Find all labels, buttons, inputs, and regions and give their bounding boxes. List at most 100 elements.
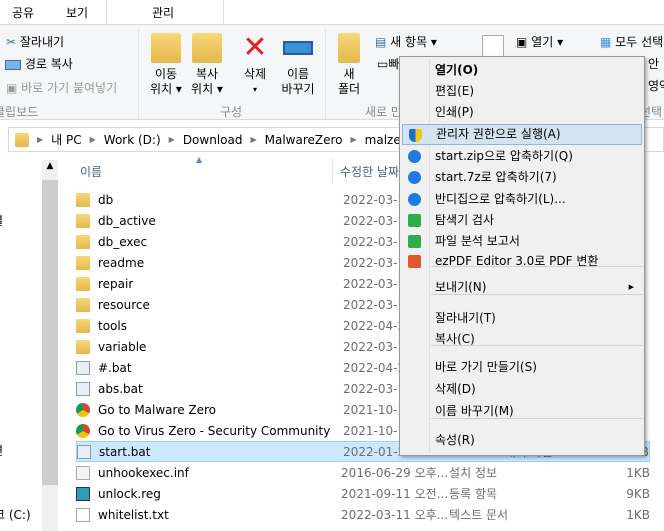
context-menu: 열기(O) 편집(E) 인쇄(P) 관리자 권한으로 실행(A) start.zip으로… xyxy=(399,56,645,456)
nav-item[interactable]: 크 (C:) xyxy=(0,506,31,523)
file-name: unlock.reg xyxy=(98,486,161,501)
menu-item-label: start.zip으로 압축하기(Q) xyxy=(435,149,573,163)
tab-manage[interactable]: 관리 xyxy=(152,4,174,21)
menu-item[interactable]: 속성(R) xyxy=(402,430,642,451)
menu-item[interactable]: ezPDF Editor 3.0로 PDF 변환 xyxy=(402,251,642,272)
file-size: 1KB xyxy=(626,507,650,522)
bat-icon xyxy=(76,381,90,396)
path-icon xyxy=(5,59,21,70)
group-label-clipboard: 클립보드 xyxy=(0,105,39,119)
file-type: 등록 항목 xyxy=(449,487,498,501)
select-all-icon: ▦ xyxy=(600,35,612,49)
menu-item-label: 관리자 권한으로 실행(A) xyxy=(436,127,561,141)
delete-button[interactable]: ✕ 삭제 ▾ xyxy=(240,33,270,97)
menu-item-label: 잘라내기(T) xyxy=(435,311,496,325)
menu-item-label: 인쇄(P) xyxy=(435,105,474,119)
select-all-button[interactable]: ▦ 모두 선택 xyxy=(600,33,663,50)
chrome-shortcut-icon xyxy=(76,402,90,417)
open-button[interactable]: ▣ 열기 ▾ xyxy=(516,33,563,50)
menu-item[interactable]: 복사(C) xyxy=(402,329,642,350)
rename-button[interactable]: 이름 바꾸기 xyxy=(280,33,316,97)
file-date: 2016-06-29 오후... xyxy=(341,466,449,480)
column-header-date[interactable]: 수정한 날짜 xyxy=(340,163,399,180)
file-name: Go to Virus Zero - Security Community xyxy=(98,423,331,438)
file-name: start.bat xyxy=(99,444,151,459)
scroll-up-icon[interactable]: ▲ xyxy=(44,161,56,177)
breadcrumb-item[interactable]: 내 PC xyxy=(51,131,81,148)
folder-icon xyxy=(76,339,90,354)
group-label-organize: 구성 xyxy=(220,105,243,119)
menu-item[interactable]: 열기(O) xyxy=(402,60,642,81)
menu-item[interactable]: 편집(E) xyxy=(402,81,642,102)
invert-selection-button[interactable]: 영역 xyxy=(648,77,664,94)
menu-separator xyxy=(431,266,643,267)
menu-item[interactable]: start.zip으로 압축하기(Q) xyxy=(402,146,642,167)
folder-icon xyxy=(15,132,29,147)
menu-item[interactable]: 삭제(D) xyxy=(402,379,642,400)
column-header-name[interactable]: 이름 xyxy=(80,163,102,180)
v3-icon xyxy=(408,235,421,248)
file-row[interactable]: unlock.reg 2021-09-11 오전... 등록 항목 9KB xyxy=(76,483,650,504)
file-name: variable xyxy=(98,339,147,354)
tab-share[interactable]: 공유 xyxy=(12,4,34,21)
select-none-button[interactable]: 안 xyxy=(648,55,659,72)
menu-item-label: 이름 바꾸기(M) xyxy=(435,404,514,418)
paste-shortcut-button[interactable]: ▣ 바로 가기 붙여넣기 xyxy=(6,79,117,96)
menu-separator xyxy=(431,345,643,346)
sort-ascending-icon: ▲ xyxy=(196,155,203,164)
menu-item-label: 반디집으로 압축하기(L)... xyxy=(435,192,566,206)
menu-item[interactable]: 바로 가기 만들기(S) xyxy=(402,357,642,378)
ezpdf-icon xyxy=(408,255,421,268)
file-name: tools xyxy=(98,318,127,333)
delete-x-icon: ✕ xyxy=(242,30,268,65)
menu-item[interactable]: 탐색기 검사 xyxy=(402,210,642,231)
menu-item-label: 보내기(N) xyxy=(435,280,487,294)
bandizip-icon xyxy=(408,150,421,163)
new-folder-button[interactable]: 새 폴더 xyxy=(334,33,364,97)
breadcrumb-item[interactable]: Download xyxy=(183,133,243,147)
tab-view[interactable]: 보기 xyxy=(66,4,88,21)
file-size: 1KB xyxy=(626,465,650,480)
copy-path-button[interactable]: 경로 복사 xyxy=(5,55,73,72)
tab-divider xyxy=(223,0,224,24)
label: 새 xyxy=(343,67,355,81)
file-size: 9KB xyxy=(626,486,650,501)
open-icon: ▣ xyxy=(516,35,528,49)
move-to-button[interactable]: 이동 위치 ▾ xyxy=(148,33,184,97)
file-name: db_active xyxy=(98,213,156,228)
folder-icon xyxy=(76,192,90,207)
new-item-button[interactable]: ▤ 새 항목 ▾ xyxy=(375,33,437,50)
nav-scroll-thumb[interactable] xyxy=(42,180,58,485)
file-name: whitelist.txt xyxy=(98,507,169,522)
file-type: 텍스트 문서 xyxy=(449,508,509,522)
menu-item[interactable]: start.7z로 압축하기(7) xyxy=(402,167,642,188)
group-label-new: 새로 만 xyxy=(365,105,402,119)
file-date: 2021-09-11 오전... xyxy=(341,487,449,501)
folder-icon xyxy=(76,318,90,333)
easy-access-button[interactable]: ▭빠 xyxy=(377,55,399,72)
nav-item[interactable]: 결 xyxy=(0,212,3,229)
nav-item[interactable]: 견 xyxy=(0,442,3,459)
scissors-icon: ✂ xyxy=(6,35,17,49)
file-name: abs.bat xyxy=(98,381,143,396)
file-name: Go to Malware Zero xyxy=(98,402,217,417)
column-divider[interactable] xyxy=(332,158,333,182)
group-divider xyxy=(325,29,326,119)
menu-item[interactable]: 반디집으로 압축하기(L)... xyxy=(402,189,642,210)
file-row[interactable]: whitelist.txt 2022-03-11 오후... 텍스트 문서 1KB xyxy=(76,504,650,525)
menu-item-label: start.7z로 압축하기(7) xyxy=(435,170,557,184)
menu-item[interactable]: 잘라내기(T) xyxy=(402,308,642,329)
breadcrumb-item[interactable]: MalwareZero xyxy=(265,133,343,147)
file-name: db xyxy=(98,192,114,207)
menu-item[interactable]: 파일 분석 보고서 xyxy=(402,231,642,252)
cut-button[interactable]: ✂ 잘라내기 xyxy=(6,33,64,50)
breadcrumb-item[interactable]: Work (D:) xyxy=(104,133,161,147)
menu-item[interactable]: 인쇄(P) xyxy=(402,102,642,123)
chevron-right-icon: ▶ xyxy=(37,135,44,144)
label: 이름 xyxy=(286,67,310,81)
file-date: 2022-03-11 오후... xyxy=(341,508,449,522)
file-name: resource xyxy=(98,297,150,312)
menu-item[interactable]: 관리자 권한으로 실행(A) xyxy=(402,124,642,145)
file-row[interactable]: unhookexec.inf 2016-06-29 오후... 설치 정보 1KB xyxy=(76,462,650,483)
copy-to-button[interactable]: 복사 위치 ▾ xyxy=(189,33,225,97)
